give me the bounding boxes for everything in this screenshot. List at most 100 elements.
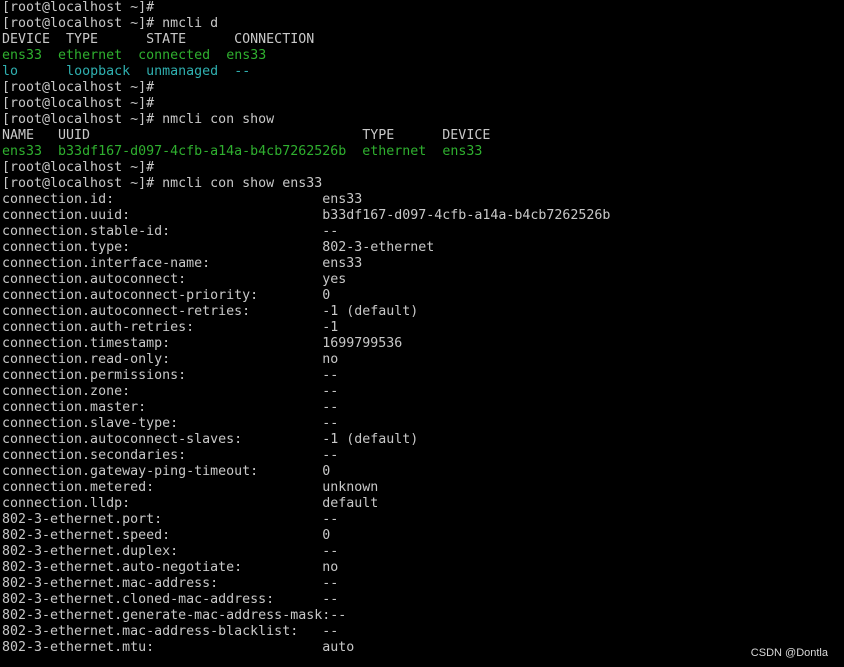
terminal-text: connection.timestamp: 1699799536: [2, 336, 403, 351]
watermark-text: CSDN @Dontla: [750, 647, 828, 659]
terminal-line: connection.autoconnect-slaves: -1 (defau…: [2, 432, 842, 448]
terminal-text: connected: [138, 48, 211, 63]
terminal-line: [root@localhost ~]#: [2, 160, 842, 176]
terminal-text: connection.gateway-ping-timeout: 0: [2, 464, 331, 479]
terminal-text: connection.slave-type: --: [2, 416, 339, 431]
terminal-text: 802-3-ethernet.auto-negotiate: no: [2, 560, 339, 575]
terminal-text: connection.autoconnect-priority: 0: [2, 288, 331, 303]
terminal-text: connection.read-only: no: [2, 352, 339, 367]
terminal-line: connection.id: ens33: [2, 192, 842, 208]
terminal-text: --: [234, 64, 251, 79]
terminal-text: connection.secondaries: --: [2, 448, 339, 463]
terminal-text: connection.master: --: [2, 400, 339, 415]
terminal-line: 802-3-ethernet.cloned-mac-address: --: [2, 592, 842, 608]
terminal-text: connection.type: 802-3-ethernet: [2, 240, 435, 255]
terminal-line: [root@localhost ~]# nmcli con show: [2, 112, 842, 128]
terminal-text: [root@localhost ~]#: [2, 80, 155, 95]
terminal-text: connection.zone: --: [2, 384, 339, 399]
terminal-line: 802-3-ethernet.auto-negotiate: no: [2, 560, 842, 576]
terminal-line: connection.master: --: [2, 400, 842, 416]
terminal-line: connection.interface-name: ens33: [2, 256, 842, 272]
terminal-line: connection.uuid: b33df167-d097-4cfb-a14a…: [2, 208, 842, 224]
terminal-text: 802-3-ethernet.duplex: --: [2, 544, 339, 559]
terminal-text: DEVICE TYPE STATE CONNECTION: [2, 32, 315, 47]
terminal-line: 802-3-ethernet.mtu: auto: [2, 640, 842, 656]
terminal-text: connection.interface-name: ens33: [2, 256, 363, 271]
terminal-text: connection.autoconnect-slaves: -1 (defau…: [2, 432, 419, 447]
terminal-line: ens33 ethernet connected ens33: [2, 48, 842, 64]
terminal-line: 802-3-ethernet.generate-mac-address-mask…: [2, 608, 842, 624]
terminal-text: loopback: [66, 64, 131, 79]
terminal-text: lo: [2, 64, 19, 79]
terminal-line: connection.autoconnect-retries: -1 (defa…: [2, 304, 842, 320]
terminal-line: connection.lldp: default: [2, 496, 842, 512]
terminal-text: ens33: [442, 144, 483, 159]
terminal-text: unmanaged: [146, 64, 219, 79]
terminal-text: [root@localhost ~]#: [2, 96, 155, 111]
terminal-text: connection.metered: unknown: [2, 480, 379, 495]
terminal-text: connection.auth-retries: -1: [2, 320, 339, 335]
terminal-line: [root@localhost ~]# nmcli d: [2, 16, 842, 32]
terminal-line: [root@localhost ~]#: [2, 96, 842, 112]
terminal-text: connection.stable-id: --: [2, 224, 339, 239]
terminal-line: [root@localhost ~]#: [2, 80, 842, 96]
terminal-text: NAME UUID TYPE DEVICE: [2, 128, 491, 143]
terminal-line: 802-3-ethernet.port: --: [2, 512, 842, 528]
terminal-text: [root@localhost ~]#: [2, 160, 155, 175]
terminal-text: connection.autoconnect: yes: [2, 272, 347, 287]
terminal-text: ens33: [226, 48, 267, 63]
terminal-line: NAME UUID TYPE DEVICE: [2, 128, 842, 144]
terminal-line: [root@localhost ~]# nmcli con show ens33: [2, 176, 842, 192]
terminal-text: ethernet: [362, 144, 427, 159]
terminal-line: connection.metered: unknown: [2, 480, 842, 496]
terminal-text: 802-3-ethernet.speed: 0: [2, 528, 331, 543]
terminal-line: connection.stable-id: --: [2, 224, 842, 240]
terminal-line: DEVICE TYPE STATE CONNECTION: [2, 32, 842, 48]
terminal-text: connection.id: ens33: [2, 192, 363, 207]
terminal-text: ens33: [2, 144, 43, 159]
terminal-line: 802-3-ethernet.mac-address-blacklist: --: [2, 624, 842, 640]
terminal-text: [root@localhost ~]# nmcli con show: [2, 112, 275, 127]
terminal-text: 802-3-ethernet.generate-mac-address-mask…: [2, 608, 347, 623]
terminal-line: connection.timestamp: 1699799536: [2, 336, 842, 352]
terminal-text: [root@localhost ~]#: [2, 0, 155, 15]
terminal-line: connection.read-only: no: [2, 352, 842, 368]
terminal-text: 802-3-ethernet.mtu: auto: [2, 640, 355, 655]
terminal-line: connection.slave-type: --: [2, 416, 842, 432]
terminal-line: ens33 b33df167-d097-4cfb-a14a-b4cb726252…: [2, 144, 842, 160]
terminal-line: 802-3-ethernet.duplex: --: [2, 544, 842, 560]
terminal-line: connection.autoconnect-priority: 0: [2, 288, 842, 304]
terminal-text: [root@localhost ~]# nmcli d: [2, 16, 219, 31]
terminal-text: connection.autoconnect-retries: -1 (defa…: [2, 304, 419, 319]
terminal-text: 802-3-ethernet.cloned-mac-address: --: [2, 592, 339, 607]
terminal-text: ethernet: [58, 48, 123, 63]
terminal-text: 802-3-ethernet.port: --: [2, 512, 339, 527]
terminal-line: lo loopback unmanaged --: [2, 64, 842, 80]
terminal-line: connection.type: 802-3-ethernet: [2, 240, 842, 256]
terminal-line: connection.autoconnect: yes: [2, 272, 842, 288]
terminal-line: connection.permissions: --: [2, 368, 842, 384]
terminal-line: [root@localhost ~]#: [2, 0, 842, 16]
terminal-output[interactable]: [root@localhost ~]# [root@localhost ~]# n…: [2, 0, 842, 667]
terminal-text: [root@localhost ~]# nmcli con show ens33: [2, 176, 323, 191]
terminal-line: connection.secondaries: --: [2, 448, 842, 464]
terminal-line: connection.gateway-ping-timeout: 0: [2, 464, 842, 480]
terminal-text: connection.lldp: default: [2, 496, 379, 511]
terminal-line: 802-3-ethernet.mac-address: --: [2, 576, 842, 592]
terminal-line: 802-3-ethernet.speed: 0: [2, 528, 842, 544]
terminal-text: connection.permissions: --: [2, 368, 339, 383]
terminal-line: connection.auth-retries: -1: [2, 320, 842, 336]
terminal-text: connection.uuid: b33df167-d097-4cfb-a14a…: [2, 208, 611, 223]
terminal-text: 802-3-ethernet.mac-address: --: [2, 576, 339, 591]
terminal-line: connection.zone: --: [2, 384, 842, 400]
terminal-text: ens33: [2, 48, 43, 63]
